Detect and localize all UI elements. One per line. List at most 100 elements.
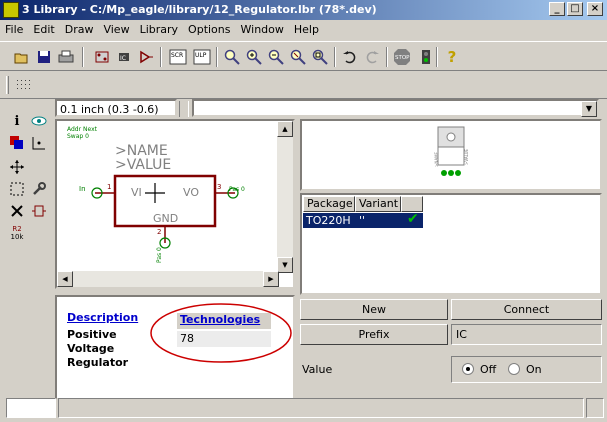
zoom-out-icon[interactable] — [266, 47, 286, 67]
save-icon[interactable] — [34, 47, 54, 67]
menu-edit[interactable]: Edit — [28, 20, 59, 40]
status-field-left — [6, 398, 56, 418]
pin-name-vo: VO — [183, 186, 199, 199]
board-icon[interactable] — [92, 47, 112, 67]
menu-view[interactable]: View — [98, 20, 134, 40]
show-eye-icon[interactable] — [28, 110, 50, 132]
command-toolbar: i R2 10k — [2, 108, 52, 248]
scroll-right-button[interactable]: ▶ — [263, 271, 279, 287]
group-icon[interactable] — [6, 178, 28, 200]
symbol-drawing: Addr Next Swap 0 >NAME >VALUE VI VO GND … — [67, 126, 245, 263]
row-variant: '' — [359, 214, 366, 227]
move-icon[interactable] — [6, 156, 28, 178]
prefix-button[interactable]: Prefix — [300, 324, 448, 345]
canvas-horizontal-scrollbar[interactable]: ◀ ▶ — [57, 271, 279, 287]
svg-text:>VALUE: >VALUE — [464, 148, 469, 165]
connected-check-icon: ✔ — [407, 211, 419, 227]
value-on-label: On — [526, 363, 542, 376]
command-line-input[interactable]: ▼ — [192, 99, 599, 117]
go-icon[interactable] — [416, 47, 436, 67]
zoom-select-icon[interactable] — [310, 47, 330, 67]
open-icon[interactable] — [12, 47, 32, 67]
pin-vi-number: 1 — [107, 183, 111, 191]
add-part-icon[interactable] — [28, 200, 50, 222]
print-icon[interactable] — [56, 47, 76, 67]
zoom-fit-icon[interactable] — [222, 47, 242, 67]
toolbar-grip[interactable] — [6, 76, 9, 94]
pin-gnd-number: 2 — [157, 228, 161, 236]
pin-name-gnd: GND — [153, 212, 178, 225]
new-button[interactable]: New — [300, 299, 448, 320]
menu-window[interactable]: Window — [236, 20, 289, 40]
ulp-icon[interactable]: ULP — [192, 47, 212, 67]
undo-icon[interactable] — [340, 47, 360, 67]
column-header-package[interactable]: Package — [303, 196, 355, 212]
status-bar — [0, 396, 607, 422]
description-panel: Description Positive Voltage Regulator T… — [55, 295, 295, 400]
menu-help[interactable]: Help — [289, 20, 324, 40]
stop-icon[interactable]: STOP — [392, 47, 412, 67]
parameter-toolbar — [0, 72, 607, 99]
pin-gnd-direction: Pas 0 — [156, 247, 163, 263]
symbol-icon[interactable] — [136, 47, 156, 67]
swap-level-text: Swap 0 — [67, 133, 89, 140]
coord-separator — [179, 101, 189, 117]
row-package: TO220H — [306, 214, 351, 227]
package-variant-list[interactable]: Package Variant TO220H '' ✔ — [300, 193, 602, 295]
value-option-group: Off On — [451, 356, 602, 383]
column-header-variant[interactable]: Variant — [355, 196, 401, 212]
mark-icon[interactable] — [28, 132, 50, 154]
scroll-down-button[interactable]: ▼ — [277, 257, 293, 273]
value-resistor-icon[interactable]: R2 10k — [6, 222, 28, 244]
close-button[interactable]: × — [587, 2, 603, 16]
menu-draw[interactable]: Draw — [60, 20, 99, 40]
display-layers-icon[interactable] — [6, 132, 28, 154]
value-off-label: Off — [480, 363, 497, 376]
svg-text:SCR: SCR — [171, 52, 183, 59]
package-preview: >NAME >VALUE — [300, 119, 602, 191]
scroll-left-button[interactable]: ◀ — [57, 271, 73, 287]
grid-icon[interactable] — [16, 79, 32, 93]
svg-text:ULP: ULP — [195, 52, 207, 59]
menu-options[interactable]: Options — [183, 20, 235, 40]
description-text: Positive Voltage Regulator — [67, 328, 129, 369]
pin-vo-direction: Pas 0 — [229, 186, 245, 193]
status-field-right — [586, 398, 604, 418]
main-toolbar: IC SCR ULP STOP ? — [0, 41, 607, 71]
svg-text:IC: IC — [120, 55, 126, 62]
pin-name-vi: VI — [131, 186, 142, 199]
description-link[interactable]: Description — [67, 311, 138, 324]
command-history-dropdown[interactable]: ▼ — [581, 101, 597, 117]
maximize-button[interactable]: □ — [567, 2, 583, 16]
value-off-radio[interactable] — [462, 363, 474, 375]
coordinate-display: 0.1 inch (0.3 -0.6) — [55, 99, 177, 117]
add-level-text: Addr Next — [67, 126, 98, 133]
status-message — [58, 398, 584, 418]
minimize-button[interactable]: _ — [549, 2, 565, 16]
connect-button[interactable]: Connect — [451, 299, 602, 320]
script-icon[interactable]: SCR — [168, 47, 188, 67]
delete-cross-icon[interactable] — [6, 200, 28, 222]
table-row[interactable]: TO220H '' ✔ — [303, 211, 423, 228]
column-header-blank — [401, 196, 423, 212]
help-icon[interactable]: ? — [442, 47, 462, 67]
canvas-vertical-scrollbar[interactable]: ▲ ▼ — [277, 121, 293, 273]
pin-vo-number: 3 — [217, 183, 221, 191]
symbol-editor-canvas[interactable]: Addr Next Swap 0 >NAME >VALUE VI VO GND … — [55, 119, 295, 289]
menu-bar: File Edit Draw View Library Options Window Help — [0, 20, 607, 40]
package-icon[interactable]: IC — [114, 47, 134, 67]
svg-text:>NAME: >NAME — [434, 151, 439, 167]
origin-cross — [145, 183, 165, 203]
prefix-value-field: IC — [451, 324, 602, 345]
menu-file[interactable]: File — [0, 20, 28, 40]
redo-icon — [362, 47, 382, 67]
info-icon[interactable]: i — [6, 110, 28, 132]
change-wrench-icon[interactable] — [28, 178, 50, 200]
zoom-redraw-icon[interactable] — [288, 47, 308, 67]
scroll-up-button[interactable]: ▲ — [277, 121, 293, 137]
menu-library[interactable]: Library — [135, 20, 183, 40]
value-on-radio[interactable] — [508, 363, 520, 375]
zoom-in-icon[interactable] — [244, 47, 264, 67]
value-placeholder: >VALUE — [115, 157, 171, 173]
value-label: Value — [302, 363, 333, 376]
